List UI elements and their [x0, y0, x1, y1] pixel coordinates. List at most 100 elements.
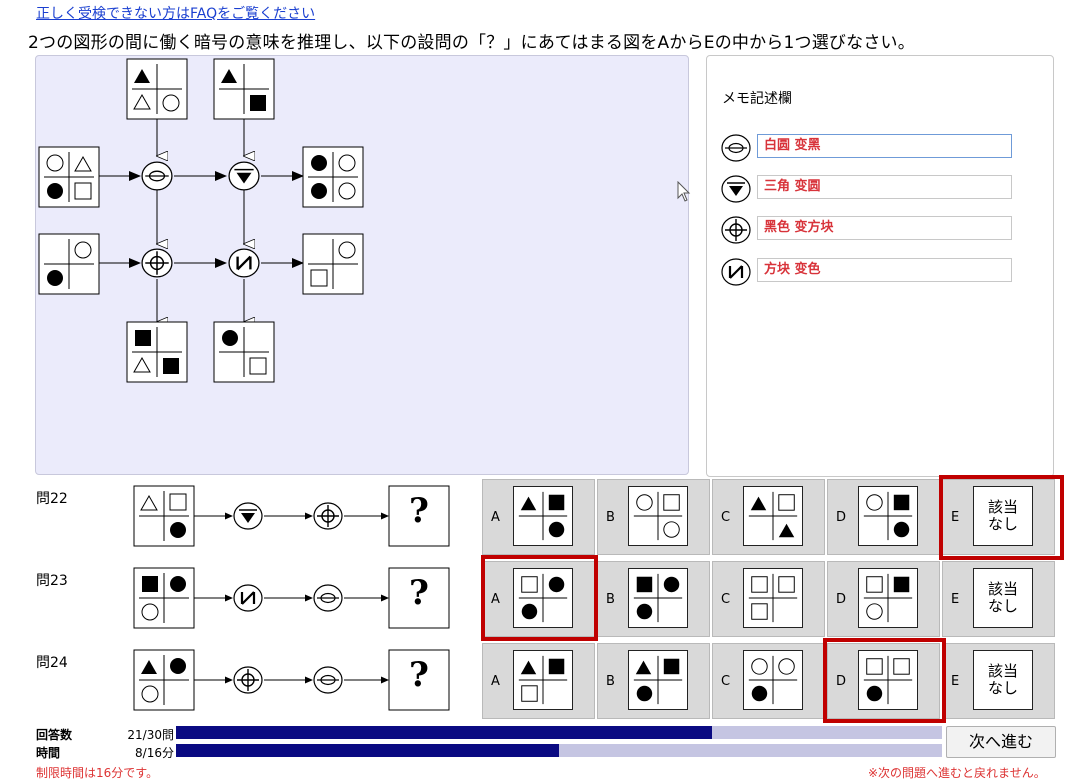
- choice-figure: [743, 486, 803, 546]
- memo-field-eye[interactable]: 白圆 变黑: [757, 134, 1012, 158]
- choice-letter: D: [836, 674, 847, 689]
- none-label: 該当: [987, 662, 1018, 680]
- choice-letter: B: [606, 592, 615, 607]
- choice-letter: A: [491, 674, 500, 689]
- choice-e-none[interactable]: E 該当 なし: [942, 479, 1055, 555]
- eye-code-icon: [721, 134, 751, 162]
- figure-box: [302, 146, 364, 208]
- choice-figure: [513, 486, 573, 546]
- n-code-icon: [227, 247, 261, 279]
- choice-c[interactable]: C: [712, 479, 825, 555]
- time-limit-note: 制限時間は16分です。: [36, 766, 159, 780]
- choice-b[interactable]: B: [597, 561, 710, 637]
- memo-field-crosshair[interactable]: 黑色 变方块: [757, 216, 1012, 240]
- faq-link[interactable]: 正しく受検できない方はFAQをご覧ください: [36, 3, 315, 23]
- question-instruction: 2つの図形の間に働く暗号の意味を推理し、以下の設問の「？」にあてはまる図をAから…: [28, 33, 915, 53]
- choice-a[interactable]: A: [482, 643, 595, 719]
- none-label: なし: [987, 679, 1018, 697]
- choice-figure: [858, 486, 918, 546]
- eye-code-icon: [313, 666, 343, 694]
- memo-field-n[interactable]: 方块 变色: [757, 258, 1012, 282]
- example-diagram-panel: [35, 55, 689, 475]
- mouse-cursor-icon: [677, 181, 691, 202]
- answers-progress-bar: [176, 726, 942, 739]
- choice-e-none[interactable]: E 該当 なし: [942, 643, 1055, 719]
- question-figure: [133, 567, 195, 629]
- n-code-icon: [721, 257, 751, 287]
- choice-d[interactable]: D: [827, 479, 940, 555]
- figure-box: [38, 233, 100, 295]
- none-label: なし: [987, 515, 1018, 533]
- no-return-note: ※次の問題へ進むと戻れません。: [868, 766, 1046, 780]
- crosshair-code-icon: [141, 248, 173, 278]
- choice-figure: [743, 568, 803, 628]
- crosshair-code-icon: [233, 666, 263, 694]
- choice-letter: C: [721, 674, 731, 689]
- choice-letter: E: [951, 510, 960, 525]
- choice-letter: A: [491, 592, 500, 607]
- choice-d[interactable]: D: [827, 643, 940, 719]
- choice-b[interactable]: B: [597, 479, 710, 555]
- choice-figure: 該当 なし: [973, 486, 1033, 546]
- choice-figure: [628, 650, 688, 710]
- triangle-code-icon: [228, 161, 260, 191]
- choice-figure: [858, 650, 918, 710]
- choice-figure: [513, 650, 573, 710]
- figure-box: [213, 58, 275, 120]
- figure-box: [126, 58, 188, 120]
- question-label: 問23: [36, 573, 68, 589]
- choice-letter: B: [606, 674, 615, 689]
- choice-letter: A: [491, 510, 500, 525]
- choice-c[interactable]: C: [712, 643, 825, 719]
- figure-box: [126, 321, 188, 383]
- choice-letter: C: [721, 510, 731, 525]
- choice-b[interactable]: B: [597, 643, 710, 719]
- choice-d[interactable]: D: [827, 561, 940, 637]
- question-mark: ?: [409, 655, 429, 695]
- choice-figure: [743, 650, 803, 710]
- question-figure: [133, 485, 195, 547]
- question-figure: [133, 649, 195, 711]
- next-button[interactable]: 次へ進む: [946, 726, 1056, 758]
- choice-a[interactable]: A: [482, 479, 595, 555]
- choice-figure: [628, 568, 688, 628]
- choice-figure: 該当 なし: [973, 568, 1033, 628]
- eye-code-icon: [141, 161, 173, 191]
- choice-letter: E: [951, 674, 960, 689]
- code-example-diagram: [38, 58, 364, 383]
- figure-box: [38, 146, 100, 208]
- memo-title: メモ記述欄: [722, 91, 792, 107]
- memo-field-triangle[interactable]: 三角 变圆: [757, 175, 1012, 199]
- choice-letter: D: [836, 592, 847, 607]
- triangle-code-icon: [721, 175, 751, 203]
- figure-box: [213, 321, 275, 383]
- crosshair-code-icon: [721, 216, 751, 244]
- triangle-code-icon: [233, 502, 263, 530]
- answers-label: 回答数: [36, 728, 73, 742]
- none-label: なし: [987, 597, 1018, 615]
- none-label: 該当: [987, 498, 1018, 516]
- question-mark: ?: [409, 491, 429, 531]
- time-value: 8/16分: [135, 746, 174, 760]
- choice-a[interactable]: A: [482, 561, 595, 637]
- choice-figure: 該当 なし: [973, 650, 1033, 710]
- answers-progress-fill: [176, 726, 713, 739]
- crosshair-code-icon: [313, 502, 343, 530]
- choice-figure: [858, 568, 918, 628]
- question-label: 問24: [36, 655, 68, 671]
- question-label: 問22: [36, 491, 68, 507]
- choice-c[interactable]: C: [712, 561, 825, 637]
- answers-value: 21/30問: [127, 728, 174, 742]
- eye-code-icon: [313, 584, 343, 612]
- time-progress-bar: [176, 744, 942, 757]
- choice-figure: [628, 486, 688, 546]
- time-progress-fill: [176, 744, 559, 757]
- choice-letter: D: [836, 510, 847, 525]
- choice-e-none[interactable]: E 該当 なし: [942, 561, 1055, 637]
- figure-box: [302, 233, 364, 295]
- none-label: 該当: [987, 580, 1018, 598]
- choice-letter: C: [721, 592, 731, 607]
- choice-figure: [513, 568, 573, 628]
- choice-letter: E: [951, 592, 960, 607]
- question-mark: ?: [409, 573, 429, 613]
